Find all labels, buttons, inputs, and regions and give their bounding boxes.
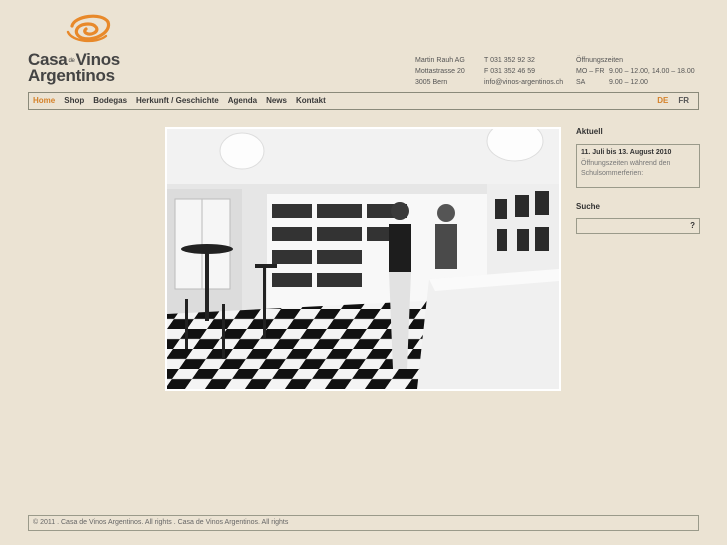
search-input[interactable] bbox=[579, 220, 688, 233]
nav-item-kontakt[interactable]: Kontakt bbox=[296, 96, 326, 105]
company-name: Martin Rauh AG bbox=[415, 57, 465, 64]
phone-block: T 031 352 92 32 F 031 352 46 59 info@vin… bbox=[484, 55, 563, 88]
copyright-text: © 2011 . Casa de Vinos Argentinos. All r… bbox=[33, 519, 289, 526]
language-de[interactable]: DE bbox=[657, 96, 668, 105]
hero-photo-frame bbox=[165, 127, 561, 391]
phone-number: T 031 352 92 32 bbox=[484, 57, 535, 64]
nav-item-news[interactable]: News bbox=[266, 96, 287, 105]
hours-row: MO – FR 9.00 – 12.00, 14.00 – 18.00 bbox=[576, 68, 695, 75]
nav-item-shop[interactable]: Shop bbox=[64, 96, 84, 105]
main-navigation: Home Shop Bodegas Herkunft / Geschichte … bbox=[28, 92, 699, 110]
news-section-title: Aktuell bbox=[576, 127, 603, 136]
hours-title: Öffnungszeiten bbox=[576, 57, 623, 64]
opening-hours-block: Öffnungszeiten MO – FR 9.00 – 12.00, 14.0… bbox=[576, 55, 695, 88]
city: 3005 Bern bbox=[415, 79, 448, 86]
search-section-title: Suche bbox=[576, 202, 601, 211]
wine-shop-photo bbox=[167, 129, 559, 389]
nav-item-agenda[interactable]: Agenda bbox=[228, 96, 257, 105]
logo-wordmark-line2: Argentinos bbox=[28, 66, 115, 85]
wine-shop-illustration bbox=[167, 129, 559, 389]
search-button[interactable]: ? bbox=[690, 221, 695, 230]
hours-row: SA 9.00 – 12.00 bbox=[576, 79, 648, 86]
news-box: 11. Juli bis 13. August 2010 Öffnungszei… bbox=[576, 144, 700, 188]
search-box: ? bbox=[576, 218, 700, 234]
nav-item-home[interactable]: Home bbox=[33, 96, 55, 105]
street: Mottastrasse 20 bbox=[415, 68, 465, 75]
swirl-logo-icon bbox=[66, 14, 111, 43]
address-block: Martin Rauh AG Mottastrasse 20 3005 Bern bbox=[415, 55, 465, 88]
site-logo[interactable]: CasadeVinos Argentinos bbox=[28, 12, 128, 85]
language-switcher: DE FR bbox=[657, 96, 689, 105]
language-fr[interactable]: FR bbox=[678, 96, 689, 105]
nav-menu: Home Shop Bodegas Herkunft / Geschichte … bbox=[33, 96, 326, 105]
footer: © 2011 . Casa de Vinos Argentinos. All r… bbox=[28, 515, 699, 531]
news-text: Öffnungszeiten während den Schulsommerfe… bbox=[581, 160, 671, 177]
fax-number: F 031 352 46 59 bbox=[484, 68, 535, 75]
news-date[interactable]: 11. Juli bis 13. August 2010 bbox=[581, 149, 671, 156]
nav-item-bodegas[interactable]: Bodegas bbox=[93, 96, 127, 105]
email-link[interactable]: info@vinos-argentinos.ch bbox=[484, 77, 563, 88]
nav-item-herkunft[interactable]: Herkunft / Geschichte bbox=[136, 96, 219, 105]
